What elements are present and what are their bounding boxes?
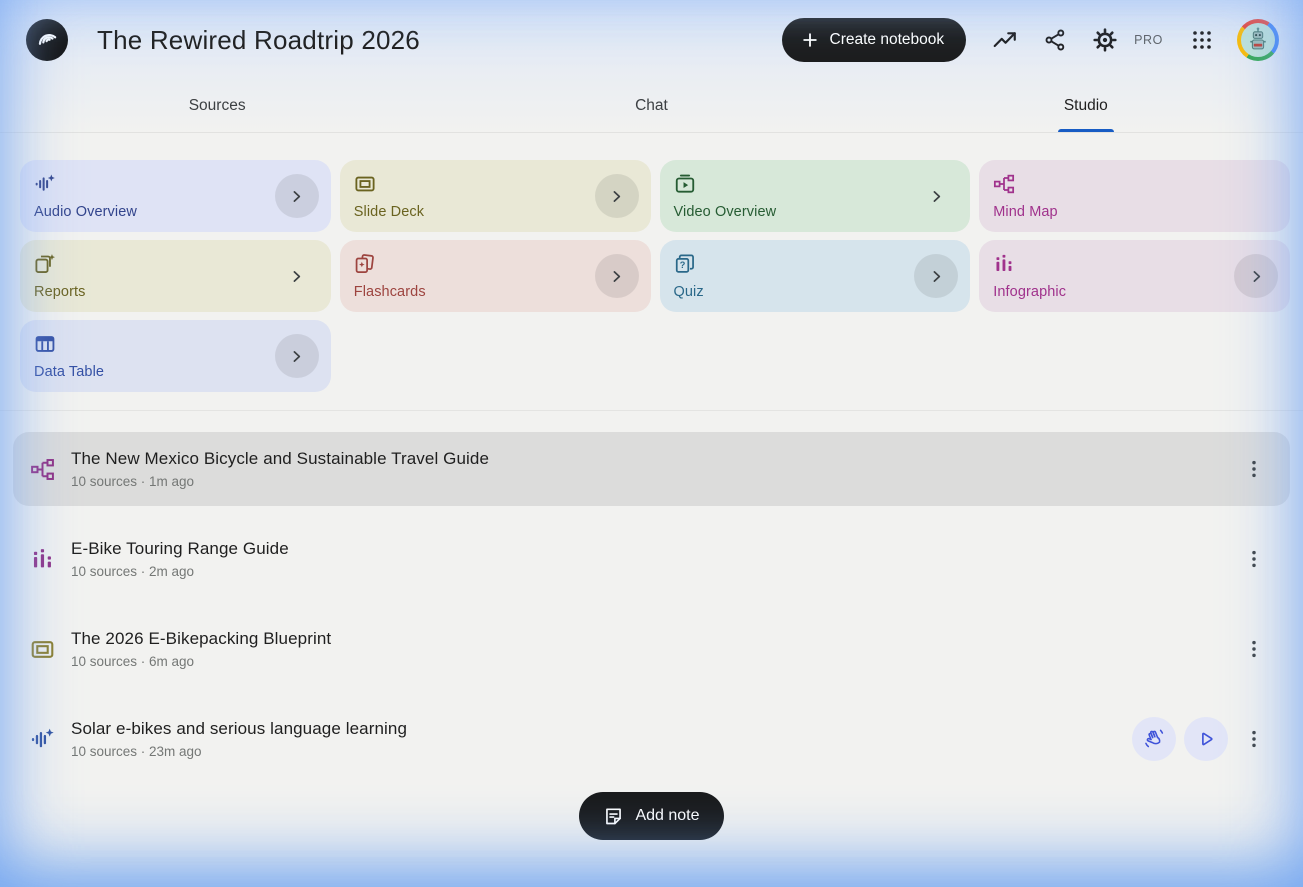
chevron-right-icon[interactable] <box>914 254 959 298</box>
studio-card-label: Reports <box>34 284 86 300</box>
kebab-menu-icon <box>1252 730 1256 748</box>
add-note-button[interactable]: Add note <box>579 792 724 840</box>
svg-text:?: ? <box>679 260 685 270</box>
artifact-title: E-Bike Touring Range Guide <box>71 539 289 558</box>
artifact-title: The 2026 E-Bikepacking Blueprint <box>71 629 332 648</box>
pro-badge: PRO <box>1134 33 1163 47</box>
studio-card-grid: Audio Overview Slide Deck Video Overview <box>0 133 1303 392</box>
share-button[interactable] <box>1034 19 1076 61</box>
artifact-meta: 10 sources · 23m ago <box>71 744 202 759</box>
notebooklm-logo-icon[interactable] <box>26 19 68 61</box>
apps-grid-icon <box>1193 31 1211 49</box>
studio-card-label: Data Table <box>34 364 105 380</box>
tab-studio[interactable]: Studio <box>869 80 1303 132</box>
flashcards-icon <box>354 253 376 275</box>
more-options-button[interactable] <box>1236 539 1272 579</box>
play-icon <box>1202 732 1213 746</box>
waving-hand-icon <box>1145 729 1164 748</box>
slide-deck-icon <box>30 637 55 662</box>
more-options-button[interactable] <box>1236 449 1272 489</box>
infographic-icon <box>30 547 55 572</box>
header-actions: Create notebook PRO <box>781 18 1279 62</box>
artifact-title: Solar e-bikes and serious language learn… <box>71 719 408 738</box>
studio-card-label: Video Overview <box>673 204 777 220</box>
note-icon <box>603 806 624 827</box>
share-icon <box>1045 29 1065 51</box>
studio-card-flashcards[interactable]: Flashcards <box>339 240 651 312</box>
chevron-right-icon[interactable] <box>274 334 319 378</box>
artifact-row-mind-map[interactable]: The New Mexico Bicycle and Sustainable T… <box>13 432 1290 506</box>
artifact-list: The New Mexico Bicycle and Sustainable T… <box>0 411 1303 776</box>
studio-card-mind-map[interactable]: Mind Map <box>979 160 1290 232</box>
trending-up-icon <box>993 32 1016 48</box>
studio-card-label: Slide Deck <box>353 204 425 220</box>
gear-icon <box>1093 28 1117 52</box>
studio-card-slide-deck[interactable]: Slide Deck <box>339 160 651 232</box>
artifact-meta: 10 sources · 6m ago <box>71 654 195 669</box>
avatar-robot-image <box>1241 23 1275 57</box>
studio-card-quiz[interactable]: ? Quiz <box>659 240 971 312</box>
account-avatar[interactable] <box>1237 19 1279 61</box>
video-overview-icon <box>674 173 696 195</box>
studio-card-label: Quiz <box>673 284 704 300</box>
interactive-mode-button[interactable] <box>1132 717 1176 761</box>
chevron-right-icon[interactable] <box>594 254 639 298</box>
studio-card-audio-overview[interactable]: Audio Overview <box>20 160 331 232</box>
mind-map-icon <box>993 173 1015 195</box>
chevron-right-icon[interactable] <box>914 174 958 218</box>
mind-map-icon <box>30 457 55 482</box>
kebab-menu-icon <box>1252 460 1256 478</box>
artifact-row-infographic[interactable]: E-Bike Touring Range Guide 10 sources · … <box>13 522 1290 596</box>
main-tabs: Sources Chat Studio <box>0 80 1303 133</box>
create-notebook-label: Create notebook <box>829 31 945 48</box>
tab-chat[interactable]: Chat <box>434 80 868 132</box>
chevron-right-icon[interactable] <box>594 174 639 218</box>
add-note-label: Add note <box>635 807 700 824</box>
settings-button[interactable] <box>1084 19 1126 61</box>
quiz-icon: ? <box>674 253 696 275</box>
more-options-button[interactable] <box>1236 629 1272 669</box>
more-options-button[interactable] <box>1236 719 1272 759</box>
studio-card-infographic[interactable]: Infographic <box>979 240 1290 312</box>
chevron-right-icon[interactable] <box>275 254 319 298</box>
google-apps-button[interactable] <box>1181 19 1223 61</box>
artifact-meta: 10 sources · 2m ago <box>71 564 195 579</box>
plus-icon <box>800 30 820 50</box>
kebab-menu-icon <box>1252 550 1256 568</box>
data-table-icon <box>34 333 56 355</box>
chevron-right-icon[interactable] <box>1234 254 1278 298</box>
artifact-row-audio-overview[interactable]: Solar e-bikes and serious language learn… <box>13 702 1290 776</box>
analytics-button[interactable] <box>984 19 1026 61</box>
artifact-title: The New Mexico Bicycle and Sustainable T… <box>71 449 490 468</box>
studio-card-reports[interactable]: Reports <box>20 240 331 312</box>
kebab-menu-icon <box>1252 640 1256 658</box>
tab-sources[interactable]: Sources <box>0 80 434 132</box>
studio-card-label: Audio Overview <box>34 204 137 220</box>
audio-waveform-sparkle-icon <box>30 727 55 752</box>
infographic-icon <box>993 253 1015 275</box>
app-header: The Rewired Roadtrip 2026 Create noteboo… <box>0 0 1303 80</box>
studio-card-video-overview[interactable]: Video Overview <box>659 160 971 232</box>
reports-icon <box>34 253 56 275</box>
chevron-right-icon[interactable] <box>274 174 319 218</box>
artifact-row-slide-deck[interactable]: The 2026 E-Bikepacking Blueprint 10 sour… <box>13 612 1290 686</box>
audio-waveform-sparkle-icon <box>34 173 56 195</box>
studio-card-label: Mind Map <box>993 204 1058 220</box>
play-button[interactable] <box>1184 717 1228 761</box>
notebook-title[interactable]: The Rewired Roadtrip 2026 <box>97 25 782 56</box>
studio-card-label: Infographic <box>993 284 1067 300</box>
studio-card-data-table[interactable]: Data Table <box>20 320 331 392</box>
studio-card-label: Flashcards <box>353 284 426 300</box>
create-notebook-button[interactable]: Create notebook <box>781 18 967 62</box>
artifact-meta: 10 sources · 1m ago <box>71 474 195 489</box>
slide-deck-icon <box>354 173 376 195</box>
